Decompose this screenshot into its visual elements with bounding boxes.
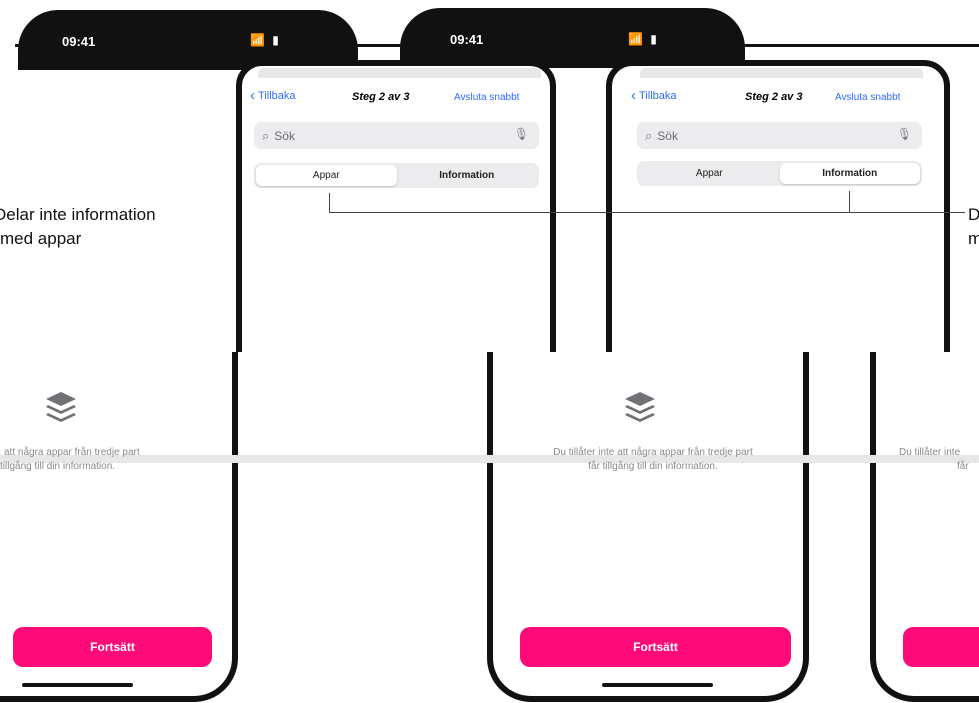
empty-state-line: får	[957, 461, 969, 472]
tab-appar[interactable]: Appar	[256, 165, 397, 186]
empty-state-line: får tillgång till din information.	[588, 461, 718, 472]
divider-band	[0, 455, 979, 463]
callout-right: D m	[968, 203, 979, 251]
phone-screen-information	[606, 60, 950, 352]
back-button[interactable]: ‹ Tillbaka	[250, 88, 296, 103]
search-placeholder: Sök	[274, 128, 295, 143]
empty-state-text: Du tillåter inte får	[899, 446, 969, 474]
home-indicator	[602, 683, 713, 687]
chevron-left-icon: ‹	[250, 87, 255, 104]
callout-line: med appar	[0, 229, 82, 248]
empty-state-line: Du tillåter inte	[899, 447, 961, 458]
continue-button[interactable]	[903, 627, 979, 667]
empty-state-line: att några appar från tredje part	[4, 447, 140, 458]
chevron-left-icon: ‹	[631, 87, 636, 104]
layers-icon	[46, 392, 76, 422]
empty-state-text: Du tillåter inte att några appar från tr…	[512, 446, 794, 474]
sheet-header	[640, 68, 923, 78]
top-composite: 09:41 📶 ▮ 09:41 📶 ▮ ‹ Tillbaka Steg 2 av…	[0, 0, 979, 352]
search-icon: ⌕	[645, 127, 653, 143]
empty-state-line: Du tillåter inte att några appar från tr…	[553, 447, 753, 458]
back-label: Tillbaka	[258, 89, 296, 102]
connector-line	[329, 212, 965, 213]
quick-exit-button[interactable]: Avsluta snabbt	[835, 92, 900, 103]
status-time: 09:41	[450, 32, 484, 47]
quick-exit-button[interactable]: Avsluta snabbt	[454, 92, 519, 103]
back-label: Tillbaka	[639, 89, 677, 102]
callout-left: Delar inte information med appar	[0, 203, 156, 251]
microphone-icon[interactable]: 🎙	[897, 127, 912, 141]
phone-screen-appar	[236, 60, 556, 352]
layers-icon	[625, 392, 655, 422]
continue-button[interactable]: Fortsätt	[13, 627, 212, 667]
segmented-control: Appar Information	[254, 163, 539, 188]
tab-appar[interactable]: Appar	[639, 163, 780, 184]
microphone-icon[interactable]: 🎙	[514, 127, 529, 141]
top-divider	[15, 44, 979, 47]
connector-line	[849, 191, 850, 213]
status-icons: 📶 ▮	[250, 33, 281, 47]
status-time: 09:41	[62, 34, 96, 49]
back-button[interactable]: ‹ Tillbaka	[631, 88, 677, 103]
empty-state-text: att några appar från tredje part tillgån…	[0, 446, 140, 474]
tab-information[interactable]: Information	[779, 163, 920, 184]
connector-line	[329, 193, 330, 213]
search-placeholder: Sök	[657, 128, 678, 143]
home-indicator	[22, 683, 133, 687]
continue-button[interactable]: Fortsätt	[520, 627, 791, 667]
segmented-control: Appar Information	[637, 161, 922, 186]
callout-line: D	[968, 205, 979, 224]
tab-information[interactable]: Information	[397, 165, 538, 186]
empty-state-line: tillgång till din information.	[0, 461, 116, 472]
callout-line: m	[968, 229, 979, 248]
status-icons: 📶 ▮	[628, 32, 659, 46]
step-indicator: Steg 2 av 3	[745, 91, 803, 103]
callout-line: Delar inte information	[0, 205, 156, 224]
search-icon: ⌕	[262, 127, 270, 143]
step-indicator: Steg 2 av 3	[352, 91, 410, 103]
search-input[interactable]: ⌕ Sök 🎙	[254, 122, 539, 149]
bottom-composite: att några appar från tredje part tillgån…	[0, 352, 979, 703]
search-input[interactable]: ⌕ Sök 🎙	[637, 122, 922, 149]
sheet-header	[258, 68, 541, 78]
